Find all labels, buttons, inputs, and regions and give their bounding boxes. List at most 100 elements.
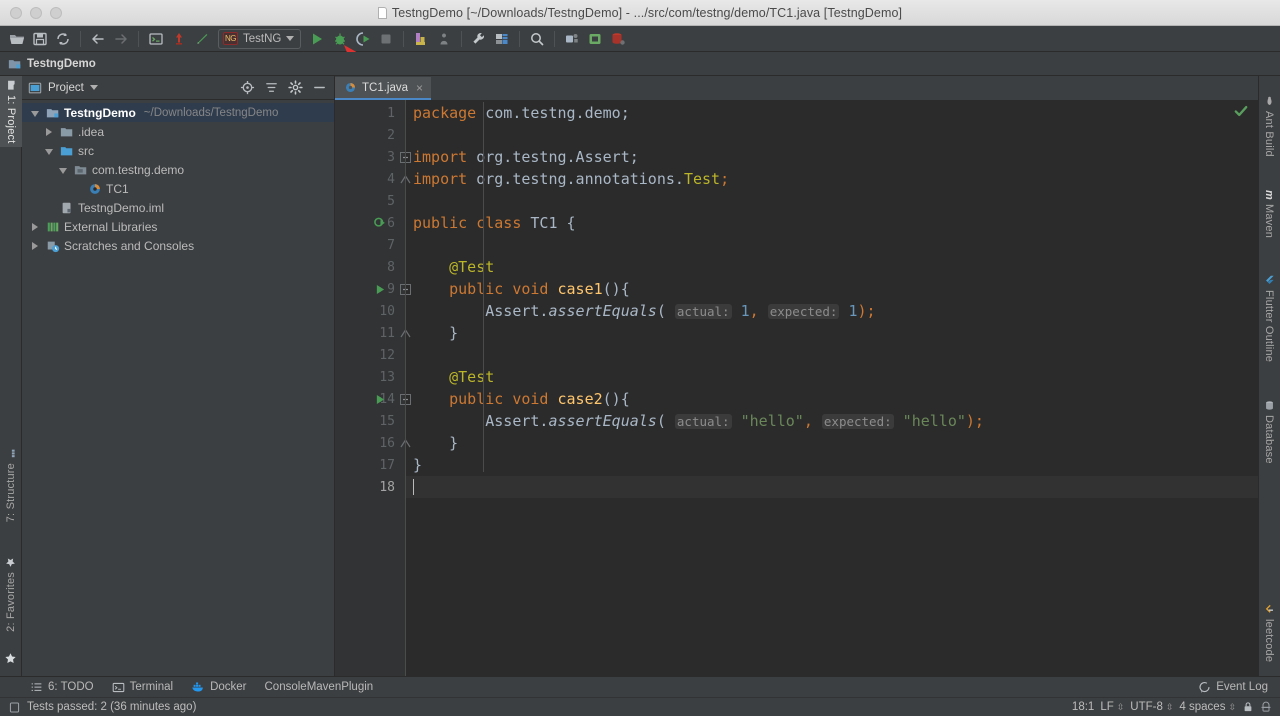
scroll-from-source-icon[interactable]	[238, 79, 256, 97]
project-panel-header: Project	[22, 76, 334, 100]
encoding-selector[interactable]: UTF-8 ⇳	[1130, 701, 1173, 713]
tree-item-idea[interactable]: .idea	[22, 122, 334, 141]
toggle-terminal-icon[interactable]	[145, 28, 167, 50]
tree-item-iml[interactable]: TestngDemo.iml	[22, 198, 334, 217]
testng-config-icon: NG	[223, 32, 238, 45]
editor-area: TC1.java × 1 2 3 4 5 6 7 8 9 10 11 12 13…	[335, 76, 1258, 676]
editor-tab-tc1[interactable]: TC1.java ×	[335, 77, 432, 100]
code-text[interactable]: package com.testng.demo; import org.test…	[405, 100, 1258, 676]
open-project-icon[interactable]	[6, 28, 28, 50]
gutter-line: 10	[379, 303, 395, 319]
line-separator-selector[interactable]: LF ⇳	[1100, 701, 1124, 713]
run-configuration-selector[interactable]: NG TestNG	[218, 28, 302, 49]
parameter-hint-actual: actual:	[674, 304, 732, 319]
sidebar-item-flutter-outline-label: Flutter Outline	[1263, 290, 1275, 363]
ok-check-icon[interactable]	[1234, 104, 1248, 123]
left-tool-strip: 1: Project 7: Structure 2: Favorites	[0, 76, 22, 676]
sdk-manager-icon[interactable]	[561, 28, 583, 50]
code-editor[interactable]: 1 2 3 4 5 6 7 8 9 10 11 12 13 14 15 16 1…	[335, 100, 1258, 676]
settings-wrench-icon[interactable]	[468, 28, 490, 50]
window-titlebar: TestngDemo [~/Downloads/TestngDemo] - ..…	[0, 0, 1280, 26]
bottom-item-terminal[interactable]: Terminal	[112, 681, 173, 694]
twisty-down-icon[interactable]	[42, 144, 56, 158]
run-all-tests-icon[interactable]	[373, 216, 387, 230]
gear-icon[interactable]	[286, 79, 304, 97]
sidebar-item-flutter-outline[interactable]: Flutter Outline	[1258, 271, 1280, 366]
source-folder-icon	[60, 146, 73, 155]
bottom-item-todo[interactable]: 6: TODO	[30, 681, 94, 694]
sidebar-item-maven[interactable]: m Maven	[1258, 186, 1280, 242]
indent-selector[interactable]: 4 spaces ⇳	[1179, 701, 1236, 713]
bottom-item-console-maven-plugin[interactable]: ConsoleMavenPlugin	[265, 681, 374, 693]
toolbar-separator	[138, 30, 139, 47]
bottom-item-docker[interactable]: Docker	[191, 680, 247, 694]
sidebar-item-structure[interactable]: 7: Structure	[0, 444, 22, 526]
twisty-down-icon[interactable]	[28, 106, 42, 120]
gutter-line: 2	[387, 127, 395, 143]
gutter-line: 12	[379, 347, 395, 363]
favorites-star-icon	[6, 558, 16, 568]
tree-item-path: ~/Downloads/TestngDemo	[143, 106, 279, 119]
code-line-10: Assert.assertEquals( actual: 1, expected…	[485, 302, 876, 320]
tree-item-testngdemo[interactable]: TestngDemo ~/Downloads/TestngDemo	[22, 103, 334, 122]
twisty-right-icon[interactable]	[28, 239, 42, 253]
sidebar-item-favorites[interactable]: 2: Favorites	[0, 553, 22, 636]
event-log-button[interactable]: Event Log	[1198, 681, 1280, 694]
database-icon[interactable]	[607, 28, 629, 50]
intellij-window: TestngDemo [~/Downloads/TestngDemo] - ..…	[0, 0, 1280, 716]
update-project-icon[interactable]	[191, 28, 213, 50]
code-line-4: import org.testng.annotations.Test;	[413, 170, 730, 188]
code-line-3: import org.testng.Assert;	[413, 148, 639, 166]
tree-item-src[interactable]: src	[22, 141, 334, 160]
tree-item-scratches[interactable]: Scratches and Consoles	[22, 236, 334, 255]
twisty-right-icon[interactable]	[42, 125, 56, 139]
editor-gutter[interactable]: 1 2 3 4 5 6 7 8 9 10 11 12 13 14 15 16 1…	[335, 100, 411, 676]
gutter-line: 4	[335, 168, 411, 190]
back-icon[interactable]	[87, 28, 109, 50]
favorites-star-icon[interactable]	[4, 652, 17, 670]
hide-icon[interactable]	[310, 79, 328, 97]
project-structure-icon[interactable]	[491, 28, 513, 50]
sidebar-item-database[interactable]: Database	[1258, 396, 1280, 468]
run-button[interactable]	[306, 28, 328, 50]
toolbar-separator	[403, 30, 405, 47]
code-line-6: public class TC1 {	[413, 214, 576, 232]
event-log-label: Event Log	[1216, 681, 1268, 693]
collapse-all-icon[interactable]	[262, 79, 280, 97]
run-test-icon[interactable]	[373, 392, 387, 406]
tree-item-package[interactable]: com.testng.demo	[22, 160, 334, 179]
sidebar-item-ant-build[interactable]: Ant Build	[1258, 92, 1280, 161]
terminal-icon	[112, 682, 124, 692]
structure-icon	[12, 449, 16, 457]
lock-icon[interactable]	[1242, 701, 1254, 713]
close-icon[interactable]: ×	[416, 81, 423, 95]
run-test-icon[interactable]	[373, 282, 387, 296]
event-log-icon	[1199, 681, 1210, 693]
avd-manager-icon[interactable]	[584, 28, 606, 50]
revert-icon[interactable]	[168, 28, 190, 50]
inspection-eye-icon[interactable]	[1260, 701, 1272, 713]
sidebar-item-leetcode[interactable]: leetcode	[1258, 600, 1280, 666]
code-line-11: }	[449, 324, 459, 342]
caret-position[interactable]: 18:1	[1072, 701, 1094, 713]
twisty-right-icon[interactable]	[28, 220, 42, 234]
breadcrumb-project[interactable]: TestngDemo	[27, 58, 96, 70]
sidebar-item-project[interactable]: 1: Project	[0, 76, 22, 148]
save-all-icon[interactable]	[29, 28, 51, 50]
twisty-down-icon[interactable]	[56, 163, 70, 177]
toolbar-separator	[80, 30, 81, 47]
tree-item-tc1[interactable]: TC1	[22, 179, 334, 198]
code-line-1: package com.testng.demo;	[413, 104, 630, 122]
module-icon	[8, 59, 21, 68]
updown-icon: ⇳	[1228, 701, 1236, 712]
build-icon[interactable]	[410, 28, 432, 50]
search-icon[interactable]	[526, 28, 548, 50]
code-line-18	[406, 476, 1258, 498]
notification-icon[interactable]	[8, 701, 21, 714]
tree-item-external-libraries[interactable]: External Libraries	[22, 217, 334, 236]
chevron-down-icon[interactable]	[89, 85, 98, 90]
sync-icon[interactable]	[52, 28, 74, 50]
code-line-17: }	[413, 456, 423, 474]
